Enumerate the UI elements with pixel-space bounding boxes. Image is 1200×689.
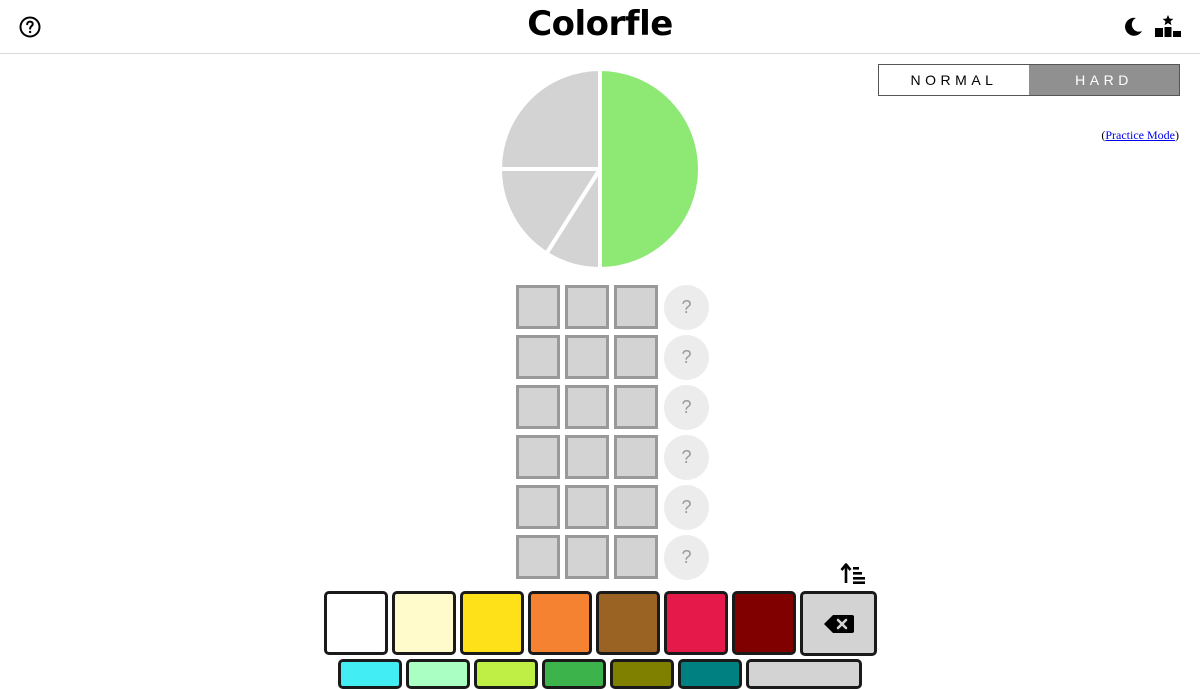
pie-slice-4 xyxy=(498,67,602,171)
moon-icon[interactable] xyxy=(1121,15,1145,39)
guess-row: ? xyxy=(516,285,716,330)
pie-slice-1 xyxy=(598,67,702,271)
guess-cell xyxy=(516,535,560,579)
color-key-cream[interactable] xyxy=(392,591,456,655)
color-key-olive[interactable] xyxy=(610,659,674,689)
row-hint: ? xyxy=(664,435,709,480)
row-hint: ? xyxy=(664,485,709,530)
guess-cell xyxy=(614,285,658,329)
enter-button[interactable] xyxy=(746,659,862,689)
guess-cell xyxy=(565,435,609,479)
guess-cell xyxy=(516,285,560,329)
target-pie-chart xyxy=(498,67,702,271)
color-key-cyan[interactable] xyxy=(338,659,402,689)
guess-row: ? xyxy=(516,485,716,530)
guess-cell xyxy=(614,535,658,579)
guess-cell xyxy=(614,335,658,379)
guess-cell xyxy=(565,535,609,579)
guess-row: ? xyxy=(516,535,716,580)
row-hint: ? xyxy=(664,285,709,330)
backspace-icon xyxy=(823,614,854,633)
color-key-yellow[interactable] xyxy=(460,591,524,655)
guess-row: ? xyxy=(516,435,716,480)
color-key-teal[interactable] xyxy=(678,659,742,689)
color-key-orange[interactable] xyxy=(528,591,592,655)
leaderboard-icon[interactable] xyxy=(1154,14,1182,40)
guess-row: ? xyxy=(516,385,716,430)
normal-mode-button[interactable]: NORMAL xyxy=(879,65,1029,95)
guess-cell xyxy=(516,335,560,379)
app-title: Colorfle xyxy=(527,4,673,44)
practice-mode-link[interactable]: Practice Mode xyxy=(1105,128,1175,142)
row-hint: ? xyxy=(664,335,709,380)
guess-cell xyxy=(516,485,560,529)
difficulty-toggle: NORMAL HARD xyxy=(878,64,1180,96)
guess-cell xyxy=(516,435,560,479)
practice-close-paren: ) xyxy=(1175,128,1179,142)
row-hint: ? xyxy=(664,535,709,580)
guess-cell xyxy=(565,485,609,529)
color-key-maroon[interactable] xyxy=(732,591,796,655)
practice-mode-note: (Practice Mode) xyxy=(1101,128,1179,143)
color-key-mint[interactable] xyxy=(406,659,470,689)
guess-cell xyxy=(516,385,560,429)
color-key-crimson[interactable] xyxy=(664,591,728,655)
guess-cell xyxy=(565,285,609,329)
guess-cell xyxy=(614,385,658,429)
row-hint: ? xyxy=(664,385,709,430)
color-key-green[interactable] xyxy=(542,659,606,689)
guess-cell xyxy=(565,335,609,379)
guess-cell xyxy=(565,385,609,429)
backspace-button[interactable] xyxy=(800,591,877,656)
header-bar: Colorfle xyxy=(0,0,1200,54)
sort-ascending-icon[interactable] xyxy=(840,562,868,586)
hard-mode-button[interactable]: HARD xyxy=(1029,65,1179,95)
guess-cell xyxy=(614,435,658,479)
guess-row: ? xyxy=(516,335,716,380)
color-key-white[interactable] xyxy=(324,591,388,655)
color-key-brown[interactable] xyxy=(596,591,660,655)
color-key-lime[interactable] xyxy=(474,659,538,689)
guess-cell xyxy=(614,485,658,529)
